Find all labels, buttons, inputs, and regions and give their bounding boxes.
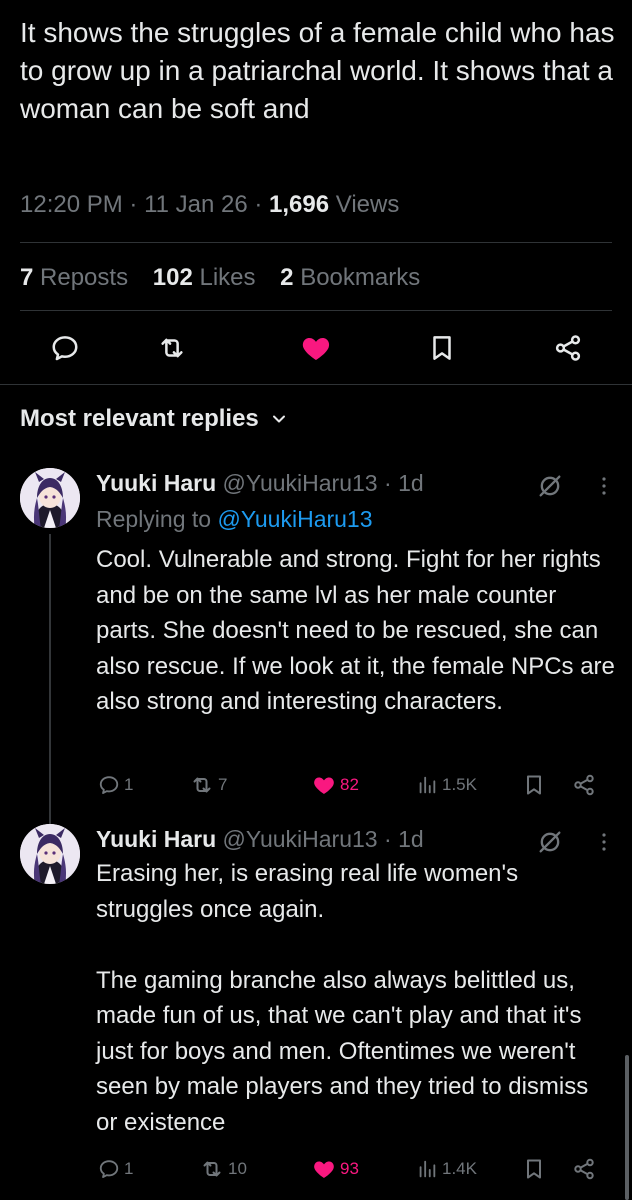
post-meta: 12:20 PM · 11 Jan 26 · 1,696 Views xyxy=(20,191,400,218)
views-button[interactable]: 1.5K xyxy=(416,770,477,800)
avatar-image xyxy=(20,824,80,884)
bookmarks-stat[interactable]: 2 Bookmarks xyxy=(280,264,420,291)
avatar[interactable] xyxy=(20,824,80,884)
share-button[interactable] xyxy=(550,330,586,366)
repost-icon xyxy=(200,1157,224,1181)
likes-label: Likes xyxy=(199,264,256,291)
view-count: 1.4K xyxy=(442,1159,477,1178)
views-button[interactable]: 1.4K xyxy=(416,1154,477,1184)
repost-count: 10 xyxy=(228,1159,247,1178)
grok-icon[interactable] xyxy=(536,828,564,856)
view-count: 1.5K xyxy=(442,775,477,794)
engagement-stats: 7 Reposts 102 Likes 2 Bookmarks xyxy=(20,264,438,292)
scrollbar-thumb[interactable] xyxy=(625,1055,629,1200)
author-handle[interactable]: @YuukiHaru13 xyxy=(223,470,378,496)
reply-count: 1 xyxy=(124,1159,134,1178)
divider-stats xyxy=(20,310,612,311)
reposts-stat[interactable]: 7 Reposts xyxy=(20,264,128,291)
likes-stat[interactable]: 102 Likes xyxy=(153,264,256,291)
bookmarks-count: 2 xyxy=(280,264,294,291)
like-count: 93 xyxy=(340,1159,359,1178)
reply-icon xyxy=(98,774,120,796)
repost-count: 7 xyxy=(218,775,228,794)
author-handle[interactable]: @YuukiHaru13 xyxy=(223,826,378,852)
sort-label: Most relevant replies xyxy=(20,405,259,432)
like-button[interactable]: 82 xyxy=(312,770,359,800)
reply-count: 1 xyxy=(124,775,134,794)
replying-to: Replying to @YuukiHaru13 xyxy=(96,504,373,534)
reposts-count: 7 xyxy=(20,264,34,291)
share-icon xyxy=(572,1157,596,1181)
reply-button[interactable]: 1 xyxy=(98,1154,133,1184)
heart-icon xyxy=(312,1157,336,1181)
views-count: 1,696 xyxy=(269,191,330,218)
repost-button[interactable]: 7 xyxy=(190,770,227,800)
views-icon xyxy=(416,1158,438,1180)
reply-header: Yuuki Haru @YuukiHaru13 · 1d xyxy=(96,470,424,496)
post-action-bar xyxy=(0,330,632,366)
reply-time[interactable]: 1d xyxy=(398,826,424,852)
repost-button[interactable] xyxy=(154,330,190,366)
bookmarks-label: Bookmarks xyxy=(300,264,421,291)
reply-text: Erasing her, is erasing real life women'… xyxy=(96,860,589,1136)
more-icon[interactable] xyxy=(592,830,616,854)
reply-icon xyxy=(50,333,80,363)
reply-actions: 1 10 93 1.4K xyxy=(96,1154,616,1184)
replying-prefix: Replying to xyxy=(96,506,212,532)
reply-header-icons xyxy=(536,472,616,500)
reply-text: Cool. Vulnerable and strong. Fight for h… xyxy=(96,546,622,715)
reposts-label: Reposts xyxy=(40,264,129,291)
share-button[interactable] xyxy=(572,1154,600,1184)
repost-icon xyxy=(157,333,187,363)
share-icon xyxy=(572,773,596,797)
author-name[interactable]: Yuuki Haru xyxy=(96,470,216,496)
like-count: 82 xyxy=(340,775,359,794)
bookmark-icon xyxy=(427,333,457,363)
bookmark-icon xyxy=(522,773,546,797)
more-icon[interactable] xyxy=(592,474,616,498)
bookmark-button[interactable] xyxy=(522,770,550,800)
post-date[interactable]: 11 Jan 26 xyxy=(144,191,248,218)
divider-actions xyxy=(0,384,632,385)
reply-time[interactable]: 1d xyxy=(398,470,424,496)
heart-icon xyxy=(312,773,336,797)
reply-icon xyxy=(98,1158,120,1180)
views-label: Views xyxy=(335,191,400,218)
thread-line xyxy=(49,534,51,850)
share-button[interactable] xyxy=(572,770,600,800)
divider-top xyxy=(20,242,612,243)
replying-handle-link[interactable]: @YuukiHaru13 xyxy=(217,506,372,532)
reply-header: Yuuki Haru @YuukiHaru13 · 1d xyxy=(96,826,424,852)
like-button[interactable]: 93 xyxy=(312,1154,359,1184)
post-text: It shows the struggles of a female child… xyxy=(20,17,615,124)
reply-button[interactable]: 1 xyxy=(98,770,133,800)
chevron-down-icon xyxy=(269,409,289,429)
reply-actions: 1 7 82 1.5K xyxy=(96,770,616,800)
reply-header-icons xyxy=(536,828,616,856)
likes-count: 102 xyxy=(152,264,193,291)
bookmark-icon xyxy=(522,1157,546,1181)
share-icon xyxy=(553,333,583,363)
repost-button[interactable]: 10 xyxy=(200,1154,247,1184)
heart-icon xyxy=(300,332,332,364)
bookmark-button[interactable] xyxy=(522,1154,550,1184)
views-icon xyxy=(416,774,438,796)
replies-sort-dropdown[interactable]: Most relevant replies xyxy=(20,405,289,433)
author-name[interactable]: Yuuki Haru xyxy=(96,826,216,852)
repost-icon xyxy=(190,773,214,797)
post-time[interactable]: 12:20 PM xyxy=(20,191,123,218)
reply-button[interactable] xyxy=(47,330,83,366)
avatar-image xyxy=(20,468,80,528)
like-button[interactable] xyxy=(298,330,334,366)
bookmark-button[interactable] xyxy=(424,330,460,366)
avatar[interactable] xyxy=(20,468,80,528)
grok-icon[interactable] xyxy=(536,472,564,500)
